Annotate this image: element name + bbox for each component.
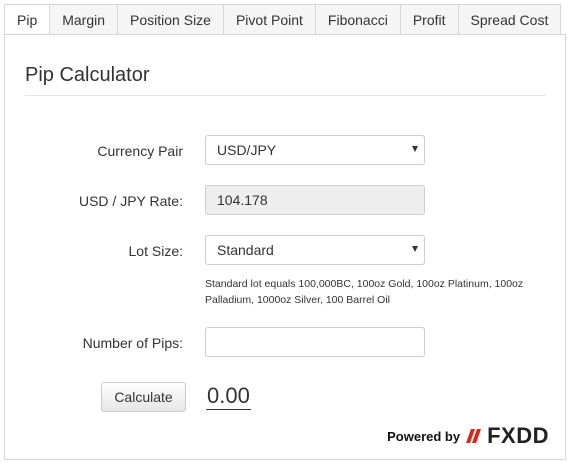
tab-position-size[interactable]: Position Size (117, 4, 224, 35)
calculator-panel: Pip Calculator Currency Pair USD/JPY USD… (4, 34, 566, 460)
calculator-tabs: Pip Margin Position Size Pivot Point Fib… (4, 4, 562, 35)
calculate-button[interactable]: Calculate (101, 382, 186, 412)
powered-by-label: Powered by (387, 428, 461, 444)
rate-field: 104.178 (205, 185, 425, 215)
page-title: Pip Calculator (25, 64, 150, 86)
pips-label: Number of Pips: (82, 335, 183, 351)
fxdd-logo-icon (466, 429, 482, 443)
tab-spread-cost[interactable]: Spread Cost (457, 4, 562, 35)
rate-value: 104.178 (217, 192, 268, 208)
chevron-down-icon (412, 146, 418, 152)
powered-by-fxdd[interactable]: Powered by FXDD (387, 425, 549, 447)
tab-fibonacci[interactable]: Fibonacci (314, 4, 401, 35)
lot-size-select[interactable]: Standard (205, 235, 425, 265)
tab-pip[interactable]: Pip (4, 4, 51, 35)
pips-input[interactable] (205, 327, 425, 357)
lot-size-label: Lot Size: (128, 243, 183, 259)
currency-pair-value: USD/JPY (217, 142, 277, 158)
chevron-down-icon (412, 246, 418, 252)
title-divider (25, 95, 546, 96)
lot-size-help-text: Standard lot equals 100,000BC, 100oz Gol… (205, 278, 524, 306)
result-value: 0.00 (206, 383, 251, 410)
lot-size-value: Standard (217, 242, 274, 258)
tab-margin[interactable]: Margin (49, 4, 119, 35)
currency-pair-select[interactable]: USD/JPY (205, 135, 425, 165)
tab-profit[interactable]: Profit (399, 4, 459, 35)
fxdd-logo-text: FXDD (487, 423, 549, 448)
rate-label: USD / JPY Rate: (78, 193, 183, 209)
currency-pair-label: Currency Pair (97, 143, 183, 159)
tab-pivot-point[interactable]: Pivot Point (222, 4, 316, 35)
